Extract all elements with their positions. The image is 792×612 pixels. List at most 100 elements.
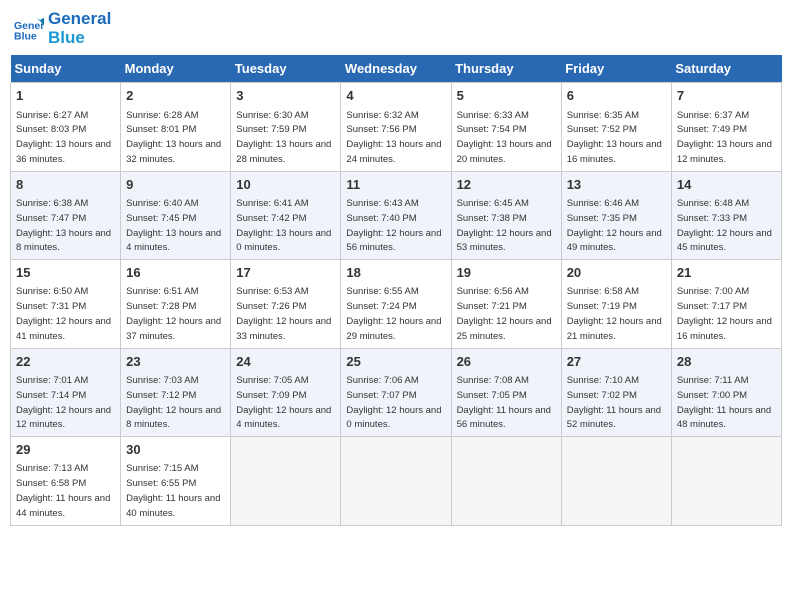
day-cell-1: 1 Sunrise: 6:27 AMSunset: 8:03 PMDayligh… [11,83,121,171]
day-cell-25: 25 Sunrise: 7:06 AMSunset: 7:07 PMDaylig… [341,348,451,436]
day-cell-6: 6 Sunrise: 6:35 AMSunset: 7:52 PMDayligh… [561,83,671,171]
day-cell-30: 30 Sunrise: 7:15 AMSunset: 6:55 PMDaylig… [121,437,231,525]
day-info: Sunrise: 6:56 AMSunset: 7:21 PMDaylight:… [457,286,552,341]
day-info: Sunrise: 6:37 AMSunset: 7:49 PMDaylight:… [677,110,772,165]
day-info: Sunrise: 6:27 AMSunset: 8:03 PMDaylight:… [16,110,111,165]
col-header-wednesday: Wednesday [341,55,451,83]
day-number: 26 [457,353,556,371]
day-cell-13: 13 Sunrise: 6:46 AMSunset: 7:35 PMDaylig… [561,171,671,259]
day-info: Sunrise: 7:05 AMSunset: 7:09 PMDaylight:… [236,375,331,430]
logo-line2: Blue [48,29,111,48]
col-header-thursday: Thursday [451,55,561,83]
day-info: Sunrise: 7:10 AMSunset: 7:02 PMDaylight:… [567,375,661,430]
day-info: Sunrise: 6:50 AMSunset: 7:31 PMDaylight:… [16,286,111,341]
day-number: 3 [236,87,335,105]
day-number: 9 [126,176,225,194]
col-header-tuesday: Tuesday [231,55,341,83]
empty-cell [451,437,561,525]
day-cell-17: 17 Sunrise: 6:53 AMSunset: 7:26 PMDaylig… [231,260,341,348]
day-number: 18 [346,264,445,282]
day-cell-20: 20 Sunrise: 6:58 AMSunset: 7:19 PMDaylig… [561,260,671,348]
col-header-friday: Friday [561,55,671,83]
col-header-sunday: Sunday [11,55,121,83]
day-cell-27: 27 Sunrise: 7:10 AMSunset: 7:02 PMDaylig… [561,348,671,436]
day-info: Sunrise: 6:41 AMSunset: 7:42 PMDaylight:… [236,198,331,253]
day-cell-19: 19 Sunrise: 6:56 AMSunset: 7:21 PMDaylig… [451,260,561,348]
day-cell-4: 4 Sunrise: 6:32 AMSunset: 7:56 PMDayligh… [341,83,451,171]
empty-cell [231,437,341,525]
day-number: 29 [16,441,115,459]
day-cell-22: 22 Sunrise: 7:01 AMSunset: 7:14 PMDaylig… [11,348,121,436]
week-row-2: 8 Sunrise: 6:38 AMSunset: 7:47 PMDayligh… [11,171,782,259]
day-number: 22 [16,353,115,371]
day-cell-21: 21 Sunrise: 7:00 AMSunset: 7:17 PMDaylig… [671,260,781,348]
day-info: Sunrise: 6:38 AMSunset: 7:47 PMDaylight:… [16,198,111,253]
day-info: Sunrise: 6:43 AMSunset: 7:40 PMDaylight:… [346,198,441,253]
header-row: SundayMondayTuesdayWednesdayThursdayFrid… [11,55,782,83]
day-cell-14: 14 Sunrise: 6:48 AMSunset: 7:33 PMDaylig… [671,171,781,259]
day-info: Sunrise: 6:55 AMSunset: 7:24 PMDaylight:… [346,286,441,341]
day-number: 15 [16,264,115,282]
day-cell-28: 28 Sunrise: 7:11 AMSunset: 7:00 PMDaylig… [671,348,781,436]
day-info: Sunrise: 7:13 AMSunset: 6:58 PMDaylight:… [16,463,110,518]
day-info: Sunrise: 6:53 AMSunset: 7:26 PMDaylight:… [236,286,331,341]
calendar-table: SundayMondayTuesdayWednesdayThursdayFrid… [10,55,782,525]
day-info: Sunrise: 7:15 AMSunset: 6:55 PMDaylight:… [126,463,220,518]
week-row-4: 22 Sunrise: 7:01 AMSunset: 7:14 PMDaylig… [11,348,782,436]
day-number: 20 [567,264,666,282]
day-info: Sunrise: 6:35 AMSunset: 7:52 PMDaylight:… [567,110,662,165]
day-number: 2 [126,87,225,105]
day-info: Sunrise: 6:46 AMSunset: 7:35 PMDaylight:… [567,198,662,253]
day-number: 24 [236,353,335,371]
week-row-1: 1 Sunrise: 6:27 AMSunset: 8:03 PMDayligh… [11,83,782,171]
day-cell-9: 9 Sunrise: 6:40 AMSunset: 7:45 PMDayligh… [121,171,231,259]
day-info: Sunrise: 6:45 AMSunset: 7:38 PMDaylight:… [457,198,552,253]
day-number: 4 [346,87,445,105]
day-cell-18: 18 Sunrise: 6:55 AMSunset: 7:24 PMDaylig… [341,260,451,348]
day-cell-24: 24 Sunrise: 7:05 AMSunset: 7:09 PMDaylig… [231,348,341,436]
logo-line1: General [48,10,111,29]
day-number: 25 [346,353,445,371]
day-cell-8: 8 Sunrise: 6:38 AMSunset: 7:47 PMDayligh… [11,171,121,259]
empty-cell [671,437,781,525]
day-cell-3: 3 Sunrise: 6:30 AMSunset: 7:59 PMDayligh… [231,83,341,171]
day-cell-10: 10 Sunrise: 6:41 AMSunset: 7:42 PMDaylig… [231,171,341,259]
page-header: General Blue General Blue [10,10,782,47]
week-row-5: 29 Sunrise: 7:13 AMSunset: 6:58 PMDaylig… [11,437,782,525]
day-info: Sunrise: 7:01 AMSunset: 7:14 PMDaylight:… [16,375,111,430]
day-cell-11: 11 Sunrise: 6:43 AMSunset: 7:40 PMDaylig… [341,171,451,259]
day-number: 21 [677,264,776,282]
day-cell-7: 7 Sunrise: 6:37 AMSunset: 7:49 PMDayligh… [671,83,781,171]
day-number: 1 [16,87,115,105]
day-number: 17 [236,264,335,282]
day-number: 28 [677,353,776,371]
day-cell-29: 29 Sunrise: 7:13 AMSunset: 6:58 PMDaylig… [11,437,121,525]
day-number: 27 [567,353,666,371]
day-info: Sunrise: 7:03 AMSunset: 7:12 PMDaylight:… [126,375,221,430]
day-info: Sunrise: 7:11 AMSunset: 7:00 PMDaylight:… [677,375,771,430]
day-number: 10 [236,176,335,194]
day-info: Sunrise: 7:00 AMSunset: 7:17 PMDaylight:… [677,286,772,341]
day-number: 23 [126,353,225,371]
day-cell-5: 5 Sunrise: 6:33 AMSunset: 7:54 PMDayligh… [451,83,561,171]
day-number: 30 [126,441,225,459]
day-info: Sunrise: 6:48 AMSunset: 7:33 PMDaylight:… [677,198,772,253]
day-number: 11 [346,176,445,194]
day-number: 6 [567,87,666,105]
col-header-monday: Monday [121,55,231,83]
day-cell-15: 15 Sunrise: 6:50 AMSunset: 7:31 PMDaylig… [11,260,121,348]
day-number: 19 [457,264,556,282]
day-info: Sunrise: 6:58 AMSunset: 7:19 PMDaylight:… [567,286,662,341]
day-info: Sunrise: 6:33 AMSunset: 7:54 PMDaylight:… [457,110,552,165]
day-info: Sunrise: 6:28 AMSunset: 8:01 PMDaylight:… [126,110,221,165]
day-number: 12 [457,176,556,194]
logo: General Blue General Blue [14,10,111,47]
day-cell-23: 23 Sunrise: 7:03 AMSunset: 7:12 PMDaylig… [121,348,231,436]
day-cell-16: 16 Sunrise: 6:51 AMSunset: 7:28 PMDaylig… [121,260,231,348]
day-info: Sunrise: 6:32 AMSunset: 7:56 PMDaylight:… [346,110,441,165]
week-row-3: 15 Sunrise: 6:50 AMSunset: 7:31 PMDaylig… [11,260,782,348]
day-number: 16 [126,264,225,282]
day-cell-26: 26 Sunrise: 7:08 AMSunset: 7:05 PMDaylig… [451,348,561,436]
day-info: Sunrise: 6:51 AMSunset: 7:28 PMDaylight:… [126,286,221,341]
day-number: 5 [457,87,556,105]
